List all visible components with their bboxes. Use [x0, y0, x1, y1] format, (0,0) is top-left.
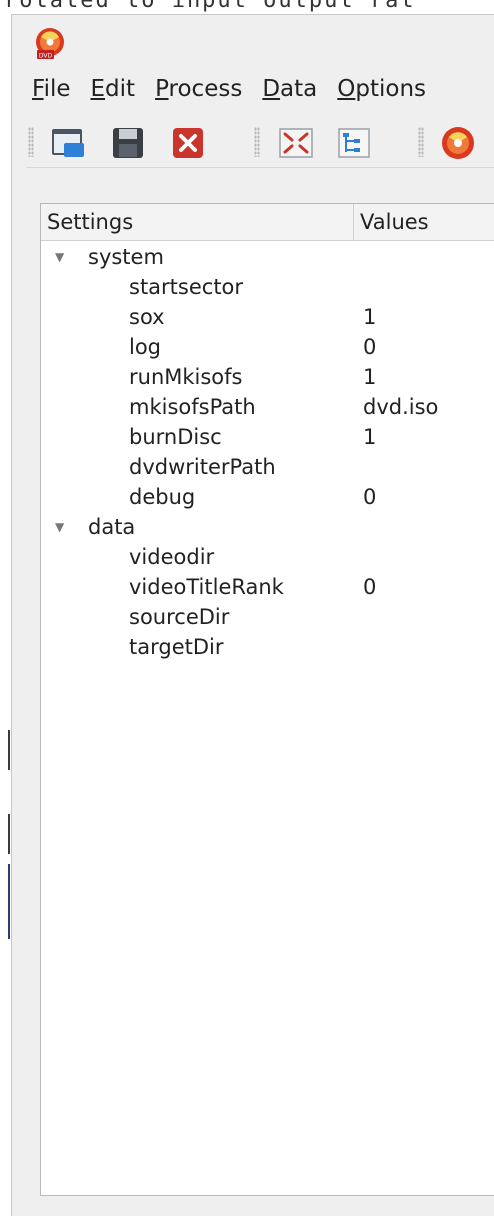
tree-row[interactable]: dvdwriterPath — [41, 452, 494, 482]
setting-value[interactable]: 1 — [363, 302, 376, 332]
setting-value[interactable]: 1 — [363, 422, 376, 452]
edge-mark — [8, 730, 10, 770]
edge-mark — [8, 864, 10, 939]
open-window-icon — [52, 129, 84, 157]
expand-tree-button[interactable] — [276, 123, 316, 163]
setting-key: log — [129, 335, 162, 359]
close-button[interactable] — [168, 123, 208, 163]
left-background-edge — [0, 14, 11, 1216]
menu-file[interactable]: File — [32, 73, 71, 105]
setting-value[interactable]: 0 — [363, 572, 376, 602]
expand-arrow-icon[interactable]: ▼ — [55, 512, 64, 542]
icon-badge-text: DVD — [39, 53, 53, 60]
column-header-settings[interactable]: Settings — [41, 204, 354, 240]
tree-row[interactable]: log 0 — [41, 332, 494, 362]
tree-row[interactable]: startsector — [41, 272, 494, 302]
expand-arrow-icon[interactable]: ▼ — [55, 242, 64, 272]
toolbar-grip[interactable] — [418, 127, 424, 157]
setting-key: runMkisofs — [129, 365, 243, 389]
save-button[interactable] — [108, 123, 148, 163]
setting-key: dvdwriterPath — [129, 455, 276, 479]
menu-data[interactable]: Data — [262, 73, 317, 105]
tree-row[interactable]: videodir — [41, 542, 494, 572]
tree-group-system[interactable]: ▼ system — [41, 242, 494, 272]
burn-disc-icon — [442, 127, 474, 159]
setting-key: sox — [129, 305, 165, 329]
collapse-tree-icon — [338, 128, 370, 158]
setting-key: videoTitleRank — [129, 575, 284, 599]
tree-rows: ▼ system startsector sox 1 log 0 runMkis… — [41, 242, 494, 662]
setting-value[interactable]: 0 — [363, 332, 376, 362]
burn-disc-button[interactable] — [438, 123, 478, 163]
tree-row[interactable]: sox 1 — [41, 302, 494, 332]
group-label: data — [88, 515, 136, 539]
setting-key: debug — [129, 485, 196, 509]
settings-tree[interactable]: Settings Values ▼ system startsector sox… — [40, 203, 494, 1196]
column-header-values[interactable]: Values — [354, 204, 494, 240]
toolbar — [26, 115, 494, 168]
app-window: DVD File Edit Process Data Options Setti… — [11, 14, 494, 1216]
toolbar-grip[interactable] — [28, 127, 34, 157]
tree-row[interactable]: burnDisc 1 — [41, 422, 494, 452]
setting-key: startsector — [129, 275, 244, 299]
dvd-disc-icon: DVD — [36, 28, 64, 60]
menu-options[interactable]: Options — [337, 73, 426, 105]
setting-key: mkisofsPath — [129, 395, 256, 419]
expand-tree-icon — [279, 128, 313, 158]
tree-row[interactable]: targetDir — [41, 632, 494, 662]
tree-row[interactable]: videoTitleRank 0 — [41, 572, 494, 602]
tree-row[interactable]: runMkisofs 1 — [41, 362, 494, 392]
background-window-strip: rotated to input output rat — [0, 0, 494, 14]
tree-row[interactable]: sourceDir — [41, 602, 494, 632]
collapse-tree-button[interactable] — [334, 123, 374, 163]
group-label: system — [88, 245, 164, 269]
save-icon — [113, 128, 143, 158]
toolbar-grip[interactable] — [254, 127, 260, 157]
open-window-button[interactable] — [48, 123, 88, 163]
tree-row[interactable]: debug 0 — [41, 482, 494, 512]
setting-key: burnDisc — [129, 425, 222, 449]
menubar: File Edit Process Data Options — [32, 73, 446, 105]
setting-value[interactable]: dvd.iso — [363, 392, 438, 422]
tree-row[interactable]: mkisofsPath dvd.iso — [41, 392, 494, 422]
setting-key: videodir — [129, 545, 215, 569]
tree-header: Settings Values — [41, 204, 494, 241]
close-red-x-icon — [173, 128, 203, 158]
edge-mark — [8, 814, 10, 854]
background-partial-text: rotated to input output rat — [4, 0, 416, 13]
setting-value[interactable]: 0 — [363, 482, 376, 512]
menu-edit[interactable]: Edit — [91, 73, 136, 105]
tree-group-data[interactable]: ▼ data — [41, 512, 494, 542]
setting-key: targetDir — [129, 635, 224, 659]
setting-value[interactable]: 1 — [363, 362, 376, 392]
setting-key: sourceDir — [129, 605, 230, 629]
menu-process[interactable]: Process — [155, 73, 242, 105]
